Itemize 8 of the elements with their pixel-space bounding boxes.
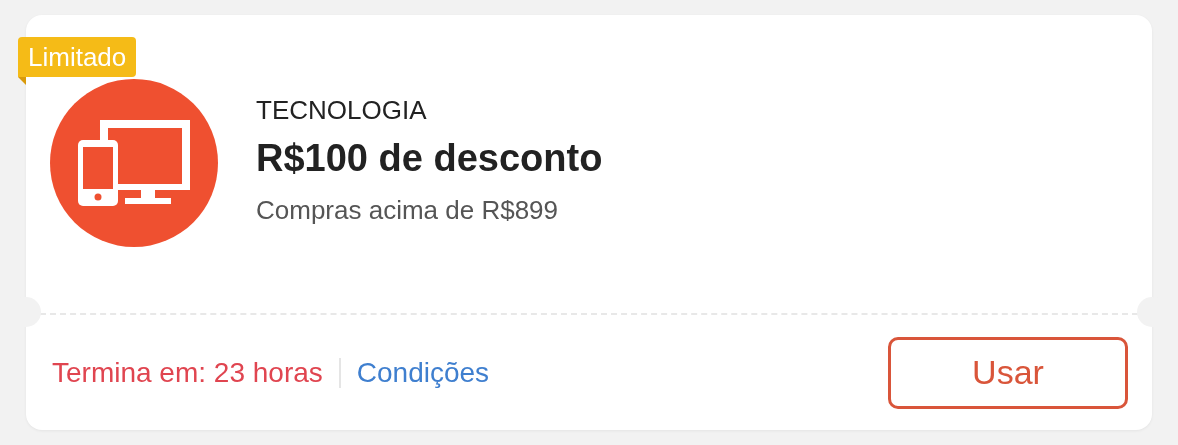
expiry-text: Termina em: 23 horas	[52, 356, 323, 389]
condition-text: Compras acima de R$899	[256, 194, 560, 226]
discount-title: R$100 de desconto	[256, 136, 603, 181]
conditions-link[interactable]: Condições	[356, 356, 490, 389]
devices-icon	[78, 120, 190, 206]
category-label: TECNOLOGIA	[256, 94, 428, 126]
limited-badge: Limitado	[18, 37, 137, 77]
use-button[interactable]: Usar	[888, 336, 1128, 409]
